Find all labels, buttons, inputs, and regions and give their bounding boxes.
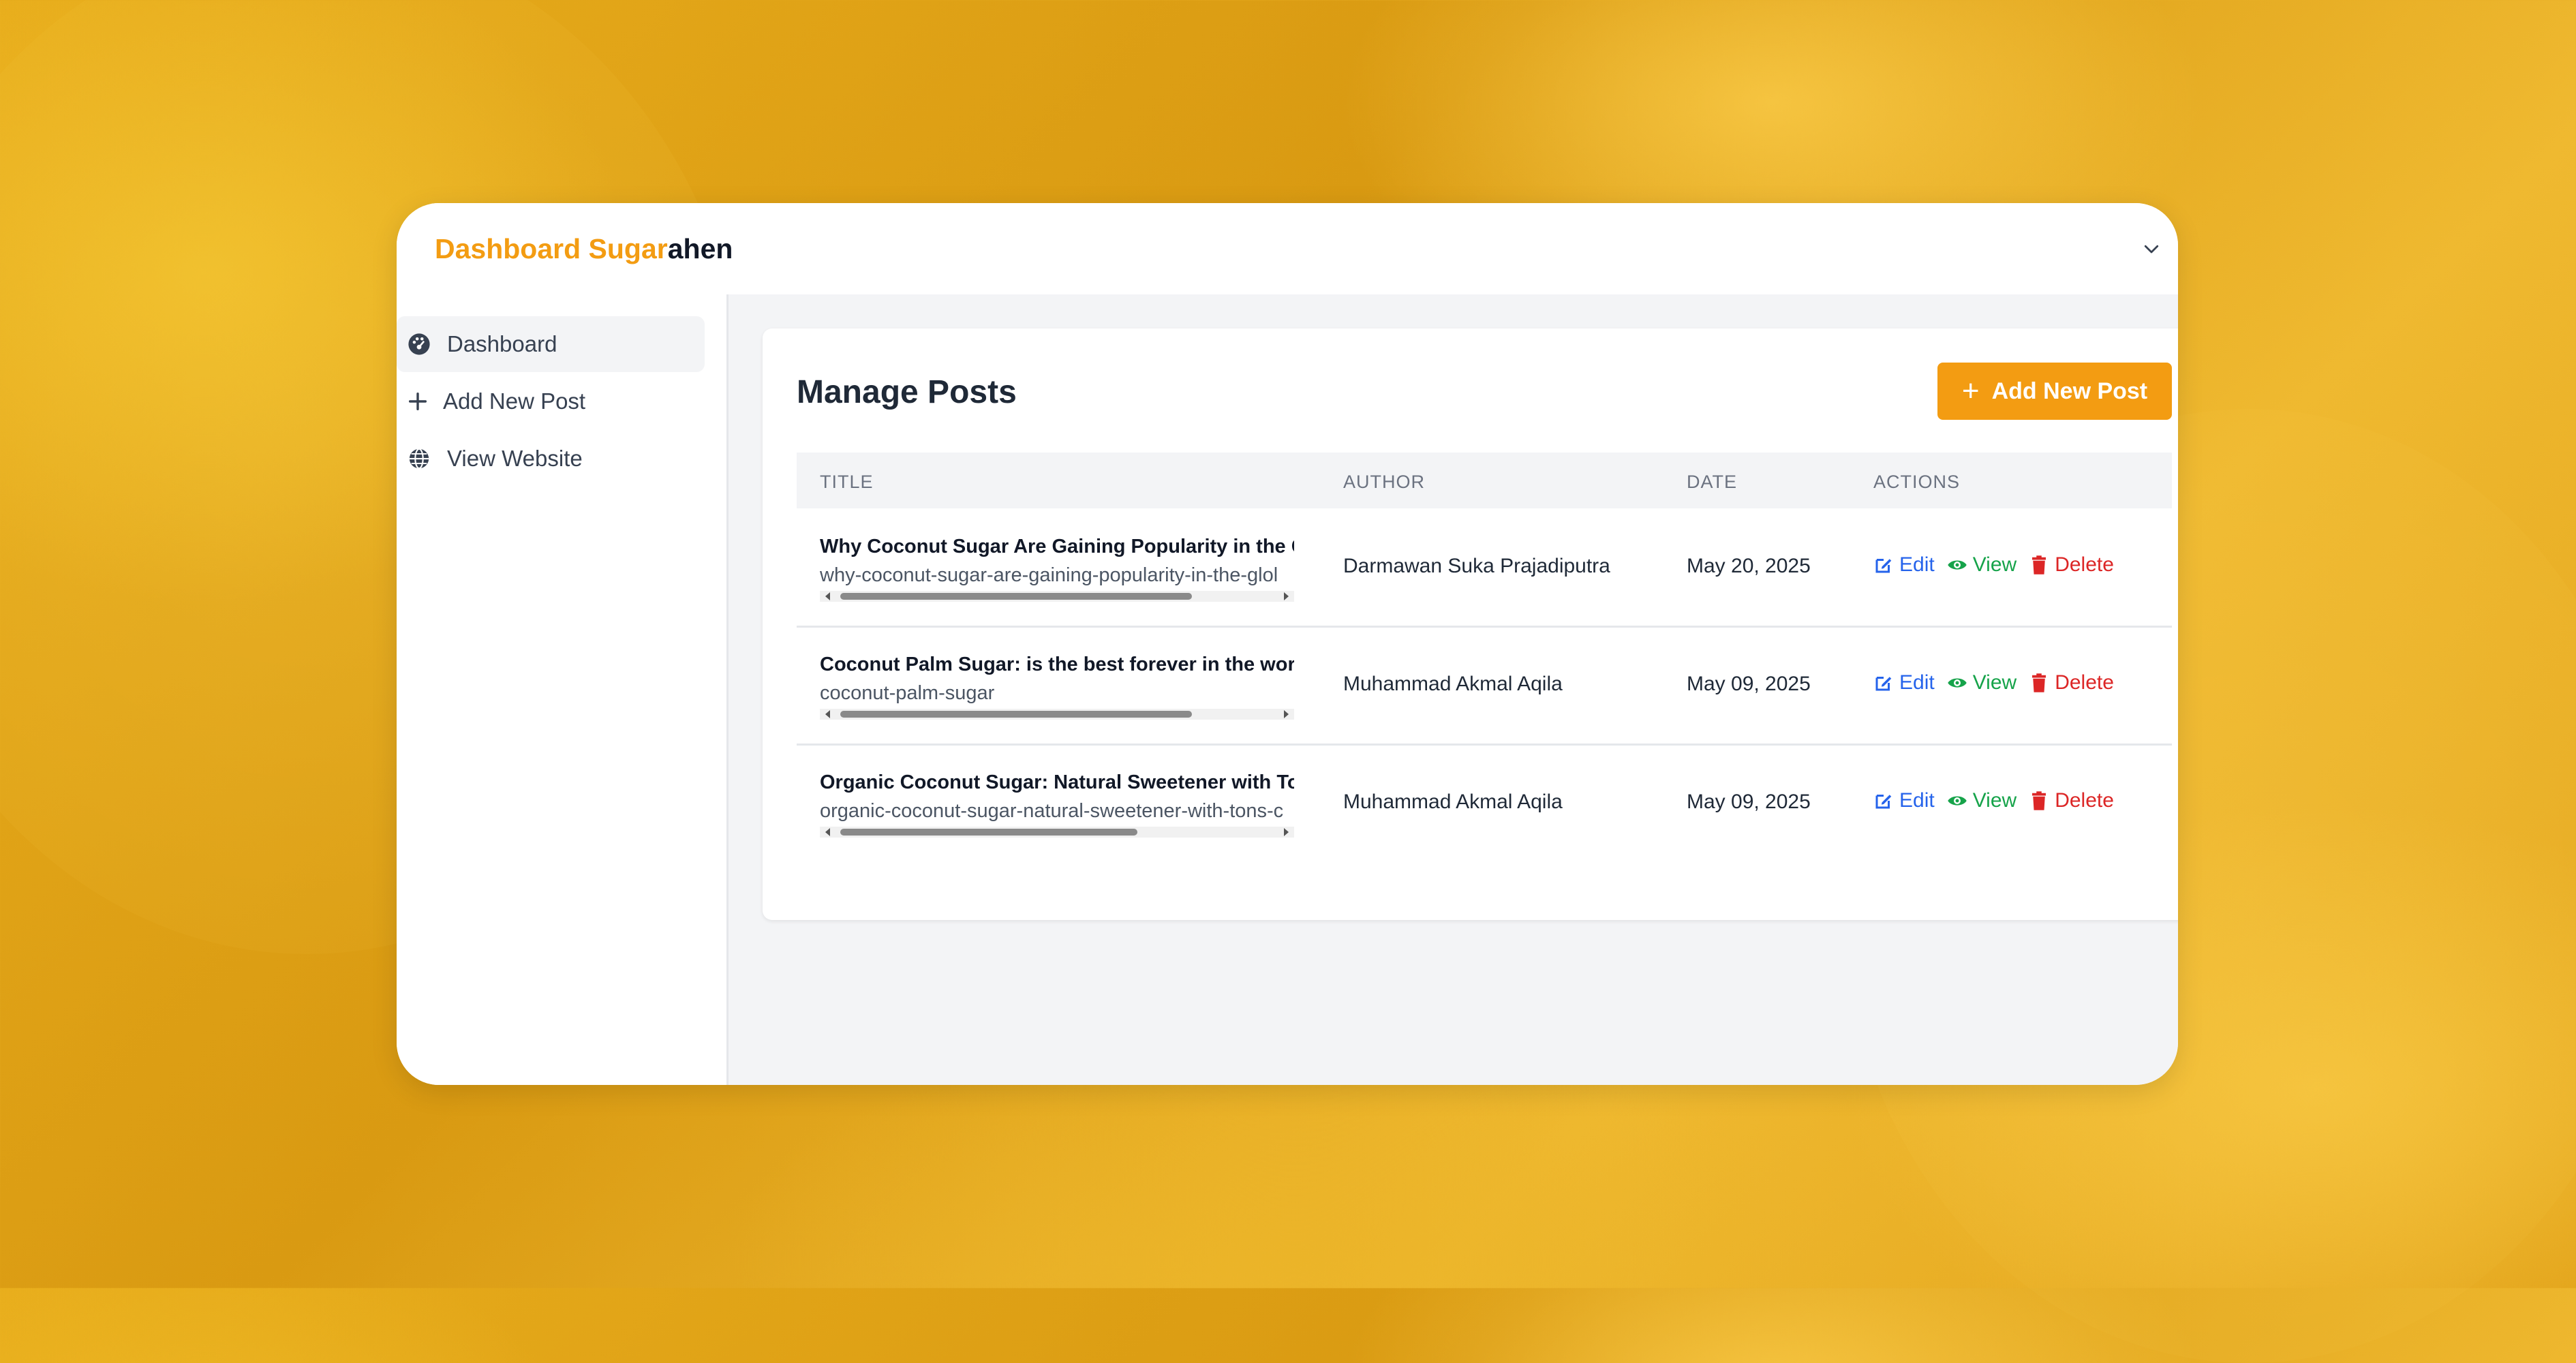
post-date: May 09, 2025 [1687, 673, 1811, 695]
globe-icon [409, 448, 429, 470]
horizontal-scrollbar[interactable] [820, 827, 1294, 838]
sidebar-item-view-website[interactable]: View Website [397, 431, 705, 487]
sidebar: Dashboard Add New Post View Website [397, 294, 729, 1085]
table-row: Coconut Palm Sugar: is the best forever … [797, 626, 2172, 746]
post-title: Why Coconut Sugar Are Gaining Popularity… [820, 536, 1294, 557]
view-button[interactable]: View [1947, 553, 2017, 577]
column-header-actions: ACTIONS [1873, 472, 1961, 492]
eye-icon [1947, 796, 1967, 806]
main-content: Manage Posts + Add New Post TITLE AUTHOR… [729, 294, 2178, 1085]
add-new-post-button[interactable]: + Add New Post [1937, 363, 2172, 420]
delete-label: Delete [2055, 553, 2114, 576]
post-author: Darmawan Suka Prajadiputra [1343, 555, 1610, 577]
table-row: Organic Coconut Sugar: Natural Sweetener… [797, 744, 2172, 861]
scroll-left-icon[interactable] [825, 710, 830, 718]
dashboard-window: Dashboard Sugarahen Dashboard Add New Po… [397, 203, 2178, 1085]
edit-icon [1875, 559, 1892, 573]
view-button[interactable]: View [1947, 789, 2017, 812]
view-label: View [1972, 671, 2017, 694]
delete-button[interactable]: Delete [2029, 671, 2114, 694]
column-header-title: TITLE [820, 472, 874, 492]
edit-button[interactable]: Edit [1873, 789, 1935, 812]
horizontal-scrollbar[interactable] [820, 591, 1294, 602]
edit-label: Edit [1899, 789, 1935, 812]
view-label: View [1972, 789, 2017, 812]
top-bar: Dashboard Sugarahen [397, 203, 2178, 294]
table-header: TITLE AUTHOR DATE ACTIONS [797, 453, 2172, 508]
scrollbar-thumb[interactable] [840, 593, 1192, 600]
sidebar-item-label: Add New Post [443, 388, 586, 414]
delete-label: Delete [2055, 671, 2114, 694]
plus-icon: + [1961, 374, 1980, 408]
post-date: May 09, 2025 [1687, 791, 1811, 813]
post-author: Muhammad Akmal Aqila [1343, 673, 1563, 695]
edit-button[interactable]: Edit [1873, 553, 1935, 577]
table-row: Why Coconut Sugar Are Gaining Popularity… [797, 508, 2172, 628]
row-actions: Edit View Delete [1873, 789, 2126, 812]
scroll-left-icon[interactable] [825, 592, 830, 600]
delete-label: Delete [2055, 789, 2114, 812]
edit-label: Edit [1899, 671, 1935, 694]
trash-icon [2032, 673, 2046, 692]
dashboard-icon [408, 333, 430, 355]
sidebar-item-add-new-post[interactable]: Add New Post [397, 373, 705, 429]
delete-button[interactable]: Delete [2029, 789, 2114, 812]
scrollbar-thumb[interactable] [840, 711, 1192, 718]
edit-label: Edit [1899, 553, 1935, 576]
brand-title[interactable]: Dashboard Sugarahen [435, 233, 733, 265]
edit-icon [1875, 677, 1892, 691]
chevron-down-icon[interactable] [2141, 239, 2162, 259]
scroll-right-icon[interactable] [1284, 592, 1289, 600]
add-new-post-label: Add New Post [1991, 378, 2148, 404]
post-slug: why-coconut-sugar-are-gaining-popularity… [820, 564, 1278, 586]
plus-icon [408, 392, 427, 411]
posts-panel: Manage Posts + Add New Post TITLE AUTHOR… [763, 328, 2178, 920]
view-button[interactable]: View [1947, 671, 2017, 694]
scroll-right-icon[interactable] [1284, 710, 1289, 718]
post-title: Coconut Palm Sugar: is the best forever … [820, 654, 1294, 675]
brand-title-dark: ahen [667, 233, 733, 264]
row-actions: Edit View Delete [1873, 553, 2126, 577]
post-author: Muhammad Akmal Aqila [1343, 791, 1563, 813]
scroll-right-icon[interactable] [1284, 828, 1289, 836]
post-slug: coconut-palm-sugar [820, 682, 995, 704]
row-actions: Edit View Delete [1873, 671, 2126, 694]
column-header-date: DATE [1687, 472, 1738, 492]
post-slug: organic-coconut-sugar-natural-sweetener-… [820, 800, 1284, 822]
edit-button[interactable]: Edit [1873, 671, 1935, 694]
brand-title-accent: Dashboard Sugar [435, 233, 668, 264]
eye-icon [1947, 560, 1967, 570]
trash-icon [2032, 791, 2046, 810]
post-title: Organic Coconut Sugar: Natural Sweetener… [820, 771, 1294, 793]
scroll-left-icon[interactable] [825, 828, 830, 836]
trash-icon [2032, 555, 2046, 575]
column-header-author: AUTHOR [1343, 472, 1425, 492]
edit-icon [1875, 795, 1892, 809]
page-title: Manage Posts [797, 374, 1017, 410]
sidebar-item-label: Dashboard [447, 331, 557, 356]
view-label: View [1972, 553, 2017, 576]
horizontal-scrollbar[interactable] [820, 709, 1294, 720]
eye-icon [1947, 678, 1967, 688]
post-date: May 20, 2025 [1687, 555, 1811, 577]
sidebar-item-label: View Website [447, 446, 583, 471]
delete-button[interactable]: Delete [2029, 553, 2114, 577]
sidebar-item-dashboard[interactable]: Dashboard [397, 316, 705, 372]
scrollbar-thumb[interactable] [840, 829, 1137, 836]
